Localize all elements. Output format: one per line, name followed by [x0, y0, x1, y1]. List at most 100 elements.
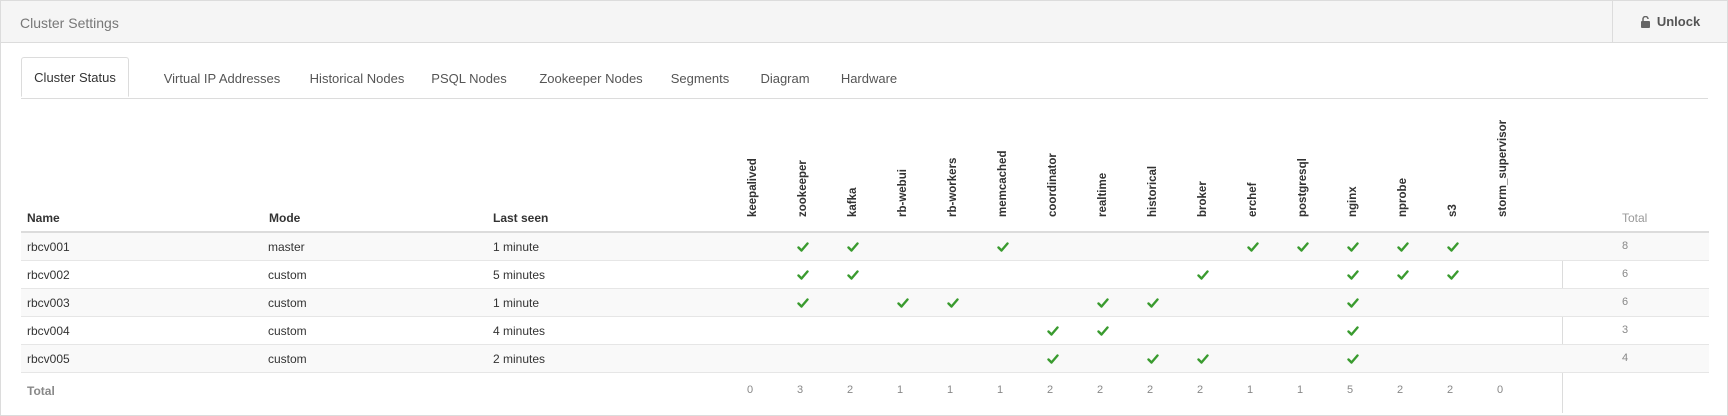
service-total: 2 [1096, 384, 1104, 396]
service-header-realtime: realtime [1097, 172, 1109, 217]
node-mode: custom [268, 268, 307, 282]
tab-psql-nodes[interactable]: PSQL Nodes [419, 59, 519, 97]
check-icon [997, 242, 1009, 252]
check-icon [1347, 298, 1359, 308]
tab-label: Cluster Status [34, 69, 116, 85]
node-name: rbcv004 [27, 324, 70, 338]
check-icon [1447, 270, 1459, 280]
service-total: 2 [1046, 384, 1054, 396]
service-total: 1 [996, 384, 1004, 396]
node-last-seen: 4 minutes [493, 324, 546, 338]
check-icon [847, 242, 859, 252]
service-header-kafka: kafka [847, 187, 859, 217]
check-icon [1097, 326, 1109, 336]
service-total: 0 [746, 384, 754, 396]
check-icon [1047, 326, 1059, 336]
table-row: rbcv002 custom 5 minutes 6 [21, 261, 1709, 289]
tab-label: PSQL Nodes [431, 70, 507, 86]
check-icon [847, 270, 859, 280]
service-header-s3: s3 [1447, 204, 1459, 217]
service-header-postgresql: postgresql [1297, 158, 1309, 217]
table-row: rbcv005 custom 2 minutes 4 [21, 345, 1709, 373]
service-header-rb-webui: rb-webui [897, 169, 909, 217]
check-icon [1397, 270, 1409, 280]
node-last-seen: 1 minute [493, 296, 540, 310]
tab-zookeeper-nodes[interactable]: Zookeeper Nodes [519, 59, 663, 97]
tab-label: Segments [670, 70, 730, 86]
node-name: rbcv001 [27, 240, 70, 254]
service-total: 0 [1496, 384, 1504, 396]
panel-title: Cluster Settings [20, 15, 119, 31]
service-header-historical: historical [1147, 165, 1159, 217]
service-header-erchef: erchef [1247, 182, 1259, 217]
column-header-total: Total [1622, 211, 1648, 225]
check-icon [1147, 298, 1159, 308]
tab-bar: Cluster Status Virtual IP Addresses Hist… [21, 57, 1708, 99]
service-total: 1 [946, 384, 954, 396]
tab-label: Zookeeper Nodes [539, 70, 643, 86]
service-header-nprobe: nprobe [1397, 178, 1409, 217]
check-icon [797, 298, 809, 308]
check-icon [1347, 242, 1359, 252]
service-header-nginx: nginx [1347, 186, 1359, 217]
row-total: 4 [1621, 352, 1629, 364]
panel-header: Cluster Settings Unlock [1, 1, 1727, 43]
node-mode: custom [268, 324, 307, 338]
check-icon [1197, 354, 1209, 364]
service-total: 1 [896, 384, 904, 396]
tab-virtual-ip-addresses[interactable]: Virtual IP Addresses [139, 59, 305, 97]
unlock-button[interactable]: Unlock [1612, 1, 1727, 42]
tab-label: Hardware [840, 70, 898, 86]
check-icon [1347, 270, 1359, 280]
check-icon [1397, 242, 1409, 252]
service-total: 1 [1296, 384, 1304, 396]
service-total: 5 [1346, 384, 1354, 396]
unlock-label: Unlock [1656, 14, 1701, 29]
node-mode: custom [268, 352, 307, 366]
check-icon [897, 298, 909, 308]
check-icon [1197, 270, 1209, 280]
service-header-memcached: memcached [997, 150, 1009, 217]
node-mode: custom [268, 296, 307, 310]
column-header-name: Name [27, 211, 60, 225]
service-header-broker: broker [1197, 181, 1209, 217]
check-icon [1347, 326, 1359, 336]
totals-row: Total 0 3 2 1 1 1 2 2 2 2 1 1 5 2 2 0 [21, 373, 1709, 411]
check-icon [1097, 298, 1109, 308]
check-icon [1347, 354, 1359, 364]
totals-label: Total [27, 384, 55, 398]
service-header-keepalived: keepalived [747, 158, 759, 217]
tab-segments[interactable]: Segments [663, 59, 737, 97]
tab-diagram[interactable]: Diagram [737, 59, 833, 97]
node-name: rbcv003 [27, 296, 70, 310]
tab-historical-nodes[interactable]: Historical Nodes [295, 59, 419, 97]
column-header-mode: Mode [269, 211, 301, 225]
row-total: 6 [1621, 268, 1629, 280]
node-last-seen: 1 minute [493, 240, 540, 254]
unlock-icon [1640, 15, 1650, 28]
tab-cluster-status[interactable]: Cluster Status [21, 57, 129, 97]
row-total: 6 [1621, 296, 1629, 308]
service-header-rb-workers: rb-workers [947, 157, 959, 217]
service-header-coordinator: coordinator [1047, 153, 1059, 217]
service-total: 2 [1196, 384, 1204, 396]
node-last-seen: 2 minutes [493, 352, 546, 366]
service-total: 2 [1446, 384, 1454, 396]
check-icon [1047, 354, 1059, 364]
tab-label: Virtual IP Addresses [163, 70, 281, 86]
cluster-settings-panel: Cluster Settings Unlock Cluster Status V… [0, 0, 1728, 416]
node-mode: master [268, 240, 305, 254]
service-total: 2 [846, 384, 854, 396]
node-name: rbcv005 [27, 352, 70, 366]
column-header-last-seen: Last seen [493, 211, 549, 225]
row-total: 3 [1621, 324, 1629, 336]
table-row: rbcv003 custom 1 minute 6 [21, 289, 1709, 317]
table-row: rbcv004 custom 4 minutes 3 [21, 317, 1709, 345]
service-total: 2 [1396, 384, 1404, 396]
check-icon [947, 298, 959, 308]
service-total: 2 [1146, 384, 1154, 396]
check-icon [1247, 242, 1259, 252]
tab-hardware[interactable]: Hardware [823, 59, 915, 97]
node-name: rbcv002 [27, 268, 70, 282]
service-total: 1 [1246, 384, 1254, 396]
